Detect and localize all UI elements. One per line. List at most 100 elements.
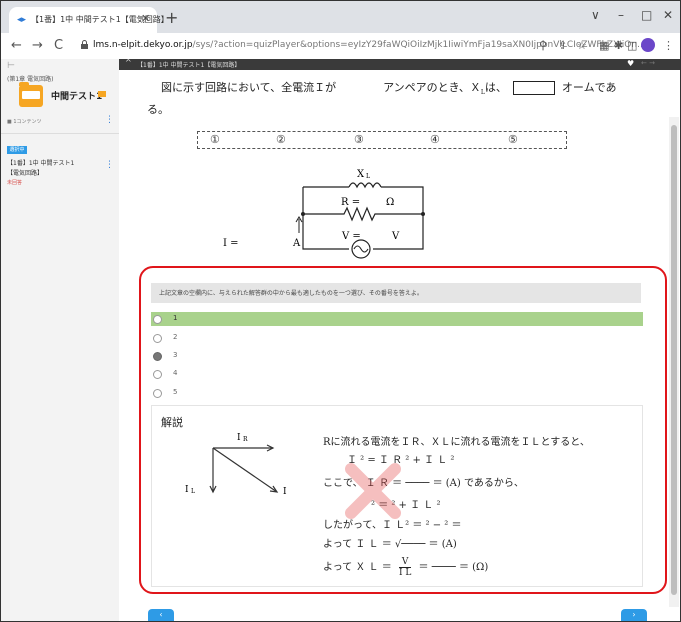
- sidebar-course-label: (第1章 電気回路): [7, 76, 54, 83]
- option-number: ⑤: [508, 133, 518, 146]
- maximize-button[interactable]: □: [641, 8, 652, 22]
- browser-toolbar: ← → C lms.n-elpit.dekyo.or.jp/sys/?actio…: [1, 33, 680, 60]
- extensions-puzzle-icon[interactable]: ✱: [614, 39, 623, 52]
- ex-text: よって Ｘ Ｌ ＝: [323, 562, 392, 573]
- question-text-a: 図に示す回路において、全電流Ｉが: [161, 81, 337, 94]
- option-number: ③: [354, 133, 364, 146]
- phasor-il-sub: L: [191, 488, 195, 495]
- browser-menu-icon[interactable]: ⋮: [663, 39, 674, 52]
- tab-bar: ◂▸ 【1番】1中 中間テスト1【電気回路】 ✕ + ∨ – □ ✕: [1, 1, 680, 33]
- profile-avatar[interactable]: [641, 38, 655, 52]
- tab-search-icon[interactable]: ∨: [591, 8, 600, 22]
- player-title: 【1番】1中 中間テスト1【電気回路】: [137, 62, 241, 69]
- phasor-ir-sub: R: [243, 436, 248, 443]
- ex-text: Ｌに流れる電流をＩ: [440, 437, 531, 448]
- favorite-icon[interactable]: ♥: [627, 59, 634, 68]
- small-folder-icon: [98, 91, 106, 97]
- browser-window: ◂▸ 【1番】1中 中間テスト1【電気回路】 ✕ + ∨ – □ ✕ ← → C…: [0, 0, 681, 622]
- option-number: ②: [276, 133, 286, 146]
- reload-button[interactable]: C: [54, 38, 63, 53]
- radio-button[interactable]: [153, 370, 162, 379]
- choice-label: 5: [173, 388, 178, 396]
- minimize-button[interactable]: –: [618, 8, 624, 22]
- radio-button[interactable]: [153, 315, 162, 324]
- wrong-mark-icon: [345, 463, 401, 519]
- instruction-text: 上記文章の空欄内に、与えられた解答群の中から最も適したものを一つ選び、その番号を…: [159, 290, 423, 297]
- choice-label: 4: [173, 369, 178, 377]
- phasor-diagram: I R I L I: [185, 433, 287, 497]
- question-text-c: は、: [484, 81, 507, 94]
- question-line-1: 図に示す回路において、全電流Ｉが アンペアのとき、ＸLは、 オームであ: [161, 79, 616, 96]
- fraction-numerator: V: [398, 557, 412, 568]
- option-number: ①: [210, 133, 220, 146]
- bookmark-star-icon[interactable]: ☆: [577, 39, 587, 52]
- question-text-d: オームであ: [561, 81, 617, 94]
- side-panel-icon[interactable]: ◫: [627, 39, 637, 52]
- sidebar-item-title[interactable]: 【1番】1中 中間テスト1: [7, 158, 74, 167]
- instruction-bar: 上記文章の空欄内に、与えられた解答群の中から最も適したものを一つ選び、その番号を…: [151, 283, 641, 303]
- voltage-unit: V: [391, 231, 400, 242]
- address-bar[interactable]: lms.n-elpit.dekyo.or.jp/sys/?action=quiz…: [79, 36, 646, 56]
- chevron-up-icon[interactable]: ^: [125, 58, 132, 67]
- choice-label: 3: [173, 351, 178, 359]
- resistor-label: R =: [341, 197, 360, 208]
- next-question-button[interactable]: ›: [621, 609, 647, 621]
- answer-choice-5[interactable]: 5: [151, 386, 643, 400]
- answer-choice-2[interactable]: 2: [151, 331, 643, 345]
- current-badge: 選択中: [7, 146, 27, 154]
- url-domain: lms.n-elpit.dekyo.or.jp: [93, 40, 193, 50]
- close-window-button[interactable]: ✕: [663, 8, 673, 22]
- sidebar-item-subtitle[interactable]: 【電気回路】: [7, 168, 43, 177]
- sidebar-lessons-count: ■ 1コンテンツ: [7, 119, 42, 125]
- nav-arrows-icon[interactable]: ← →: [641, 59, 655, 67]
- share-icon[interactable]: ⇪: [558, 39, 567, 52]
- answer-choice-3[interactable]: 3: [151, 349, 643, 363]
- phasor-ir-label: I: [237, 433, 241, 443]
- back-button[interactable]: ←: [11, 38, 22, 53]
- ex-text: ＝ ──── ＝ (Ω): [418, 562, 489, 573]
- choice-label: 2: [173, 333, 178, 341]
- phasor-il-label: I: [185, 485, 189, 495]
- ex-text: Ｒ、Ｘ: [410, 437, 441, 448]
- explanation-line-6: よって Ｉ Ｌ ＝ √──── ＝ (A): [323, 539, 457, 550]
- current-unit: A: [292, 238, 301, 249]
- xl-sub: L: [366, 173, 370, 180]
- ex-text: Rに流れる電流をＩ: [323, 437, 411, 448]
- sidebar-divider: [1, 133, 119, 134]
- scrollbar-thumb[interactable]: [671, 125, 677, 595]
- radio-button[interactable]: [153, 352, 162, 361]
- radio-button[interactable]: [153, 389, 162, 398]
- voltage-label: V =: [341, 231, 361, 242]
- choice-label: 1: [173, 314, 178, 322]
- extension-icon[interactable]: ▦: [599, 39, 609, 52]
- tab-close-icon[interactable]: ✕: [141, 12, 150, 25]
- resistor-unit: Ω: [386, 197, 394, 208]
- browser-tab[interactable]: ◂▸ 【1番】1中 中間テスト1【電気回路】 ✕: [9, 7, 169, 33]
- fraction: V I L: [398, 557, 412, 578]
- answer-choice-1[interactable]: 1: [151, 312, 643, 326]
- sidebar-item-menu-icon[interactable]: ⋮: [105, 160, 114, 170]
- explanation-line-1: Rに流れる電流をＩＲ、ＸＬに流れる電流をＩＬとすると、: [323, 433, 590, 448]
- radio-button[interactable]: [153, 334, 162, 343]
- explanation-title: 解説: [161, 416, 183, 429]
- fraction-denominator: I L: [398, 568, 412, 578]
- collapse-sidebar-icon[interactable]: ⊢: [7, 61, 15, 71]
- question-line-2: る。: [147, 103, 169, 116]
- site-favicon-icon: ◂▸: [17, 15, 27, 25]
- player-header: ^ 【1番】1中 中間テスト1【電気回路】 ♥ ← →: [119, 58, 680, 70]
- explanation-line-7: よって Ｘ Ｌ ＝ V I L ＝ ──── ＝ (Ω): [323, 557, 488, 578]
- prev-question-button[interactable]: ‹: [148, 609, 174, 621]
- answer-choice-4[interactable]: 4: [151, 367, 643, 381]
- option-number: ④: [430, 133, 440, 146]
- sidebar-menu-icon[interactable]: ⋮: [105, 115, 114, 125]
- xl-label: X: [357, 169, 365, 180]
- option-numbers-box: ① ② ③ ④ ⑤: [197, 131, 567, 149]
- folder-icon: [19, 82, 43, 107]
- phasor-i-label: I: [283, 487, 287, 497]
- circuit-diagram: X L R = Ω I = A V = V: [223, 169, 425, 259]
- forward-button[interactable]: →: [32, 38, 43, 53]
- sidebar-title[interactable]: 中間テスト1: [51, 89, 102, 102]
- zoom-icon[interactable]: ⚲: [539, 39, 547, 52]
- lock-icon: [81, 40, 88, 49]
- new-tab-button[interactable]: +: [165, 8, 178, 27]
